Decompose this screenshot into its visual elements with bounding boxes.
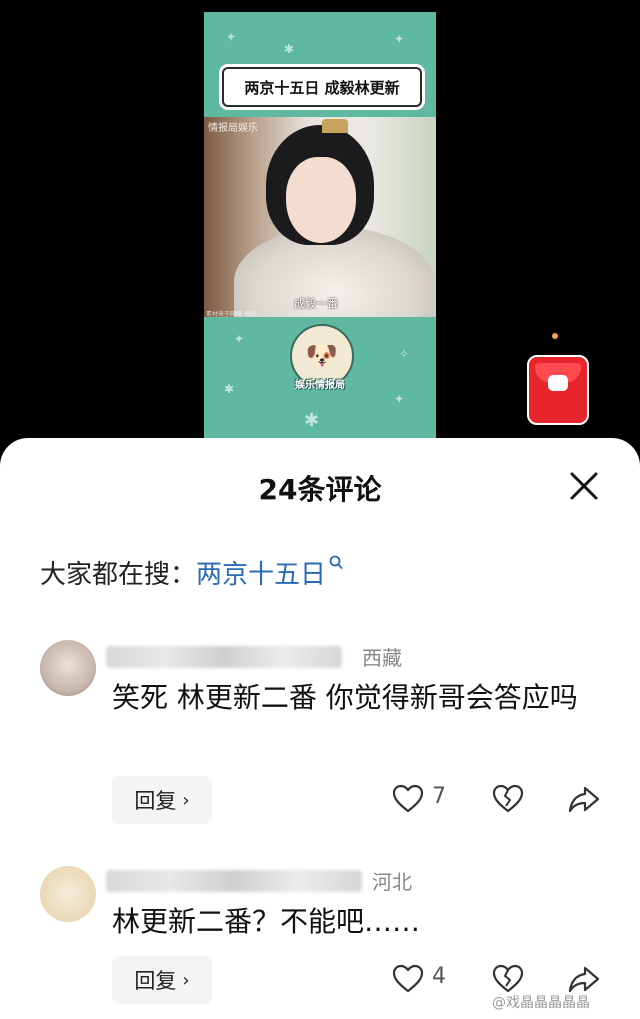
chevron-right-icon: › [182, 969, 190, 991]
video-watermark: 情报局娱乐 [208, 123, 258, 134]
star-deco-icon: ✱ [224, 382, 235, 396]
share-icon[interactable] [567, 962, 601, 996]
notification-dot [552, 333, 558, 339]
reply-button[interactable]: 回复 › [112, 956, 212, 1004]
username-blurred[interactable] [106, 646, 342, 668]
star-deco-icon: ✱ [304, 410, 320, 431]
heart-icon[interactable] [391, 962, 425, 996]
comment-location: 西藏 [362, 646, 402, 670]
comment-text: 笑死 林更新二番 你觉得新哥会答应吗 [112, 681, 578, 714]
star-deco-icon: ✱ [284, 42, 295, 56]
star-deco-icon: ✦ [234, 332, 245, 346]
star-deco-icon: ✦ [394, 392, 405, 406]
comment-item: 西藏 笑死 林更新二番 你觉得新哥会答应吗 回复 › 7 [0, 634, 640, 834]
like-count: 4 [432, 964, 446, 989]
trending-search-link[interactable]: 两京十五日 [196, 560, 326, 590]
star-deco-icon: ✧ [399, 347, 410, 361]
comments-count-title: 24条评论 [258, 473, 382, 506]
username-blurred[interactable] [106, 870, 362, 892]
broken-heart-icon[interactable] [491, 962, 525, 996]
share-icon[interactable] [567, 782, 601, 816]
red-packet-icon[interactable] [527, 355, 589, 425]
chevron-right-icon: › [182, 789, 190, 811]
trending-search: 大家都在搜：两京十五日 [40, 554, 344, 591]
broken-heart-icon[interactable] [491, 782, 525, 816]
video-subtitle: 成毅一番 [294, 297, 338, 310]
comment-text: 林更新二番？不能吧…… [112, 905, 421, 938]
heart-icon[interactable] [391, 782, 425, 816]
star-deco-icon: ✦ [394, 32, 405, 46]
close-icon[interactable] [566, 468, 602, 504]
search-icon[interactable] [328, 554, 344, 572]
video-player[interactable]: ✦ ✱ ✦ 两京十五日 成毅林更新 情报局娱乐 成毅一番 素材来于网络 侵删 ✦… [204, 12, 436, 438]
trending-label: 大家都在搜： [40, 560, 197, 590]
like-count: 7 [432, 784, 446, 809]
comment-location: 河北 [372, 870, 412, 894]
video-frame: 情报局娱乐 成毅一番 素材来于网络 侵删 [204, 117, 436, 317]
video-disclaimer: 素材来于网络 侵删 [206, 311, 256, 317]
comments-sheet: 24条评论 大家都在搜：两京十五日 西藏 笑死 林更新二番 你觉得新哥会答应吗 … [0, 438, 640, 1019]
avatar[interactable] [40, 866, 96, 922]
star-deco-icon: ✦ [226, 30, 237, 44]
avatar[interactable] [40, 640, 96, 696]
reply-button[interactable]: 回复 › [112, 776, 212, 824]
reply-label: 回复 [134, 789, 177, 813]
weibo-watermark: @戏晶晶晶晶晶 [492, 995, 590, 1011]
video-title-banner: 两京十五日 成毅林更新 [222, 67, 422, 107]
channel-name: 娱乐情报局 [295, 380, 345, 391]
reply-label: 回复 [134, 969, 177, 993]
